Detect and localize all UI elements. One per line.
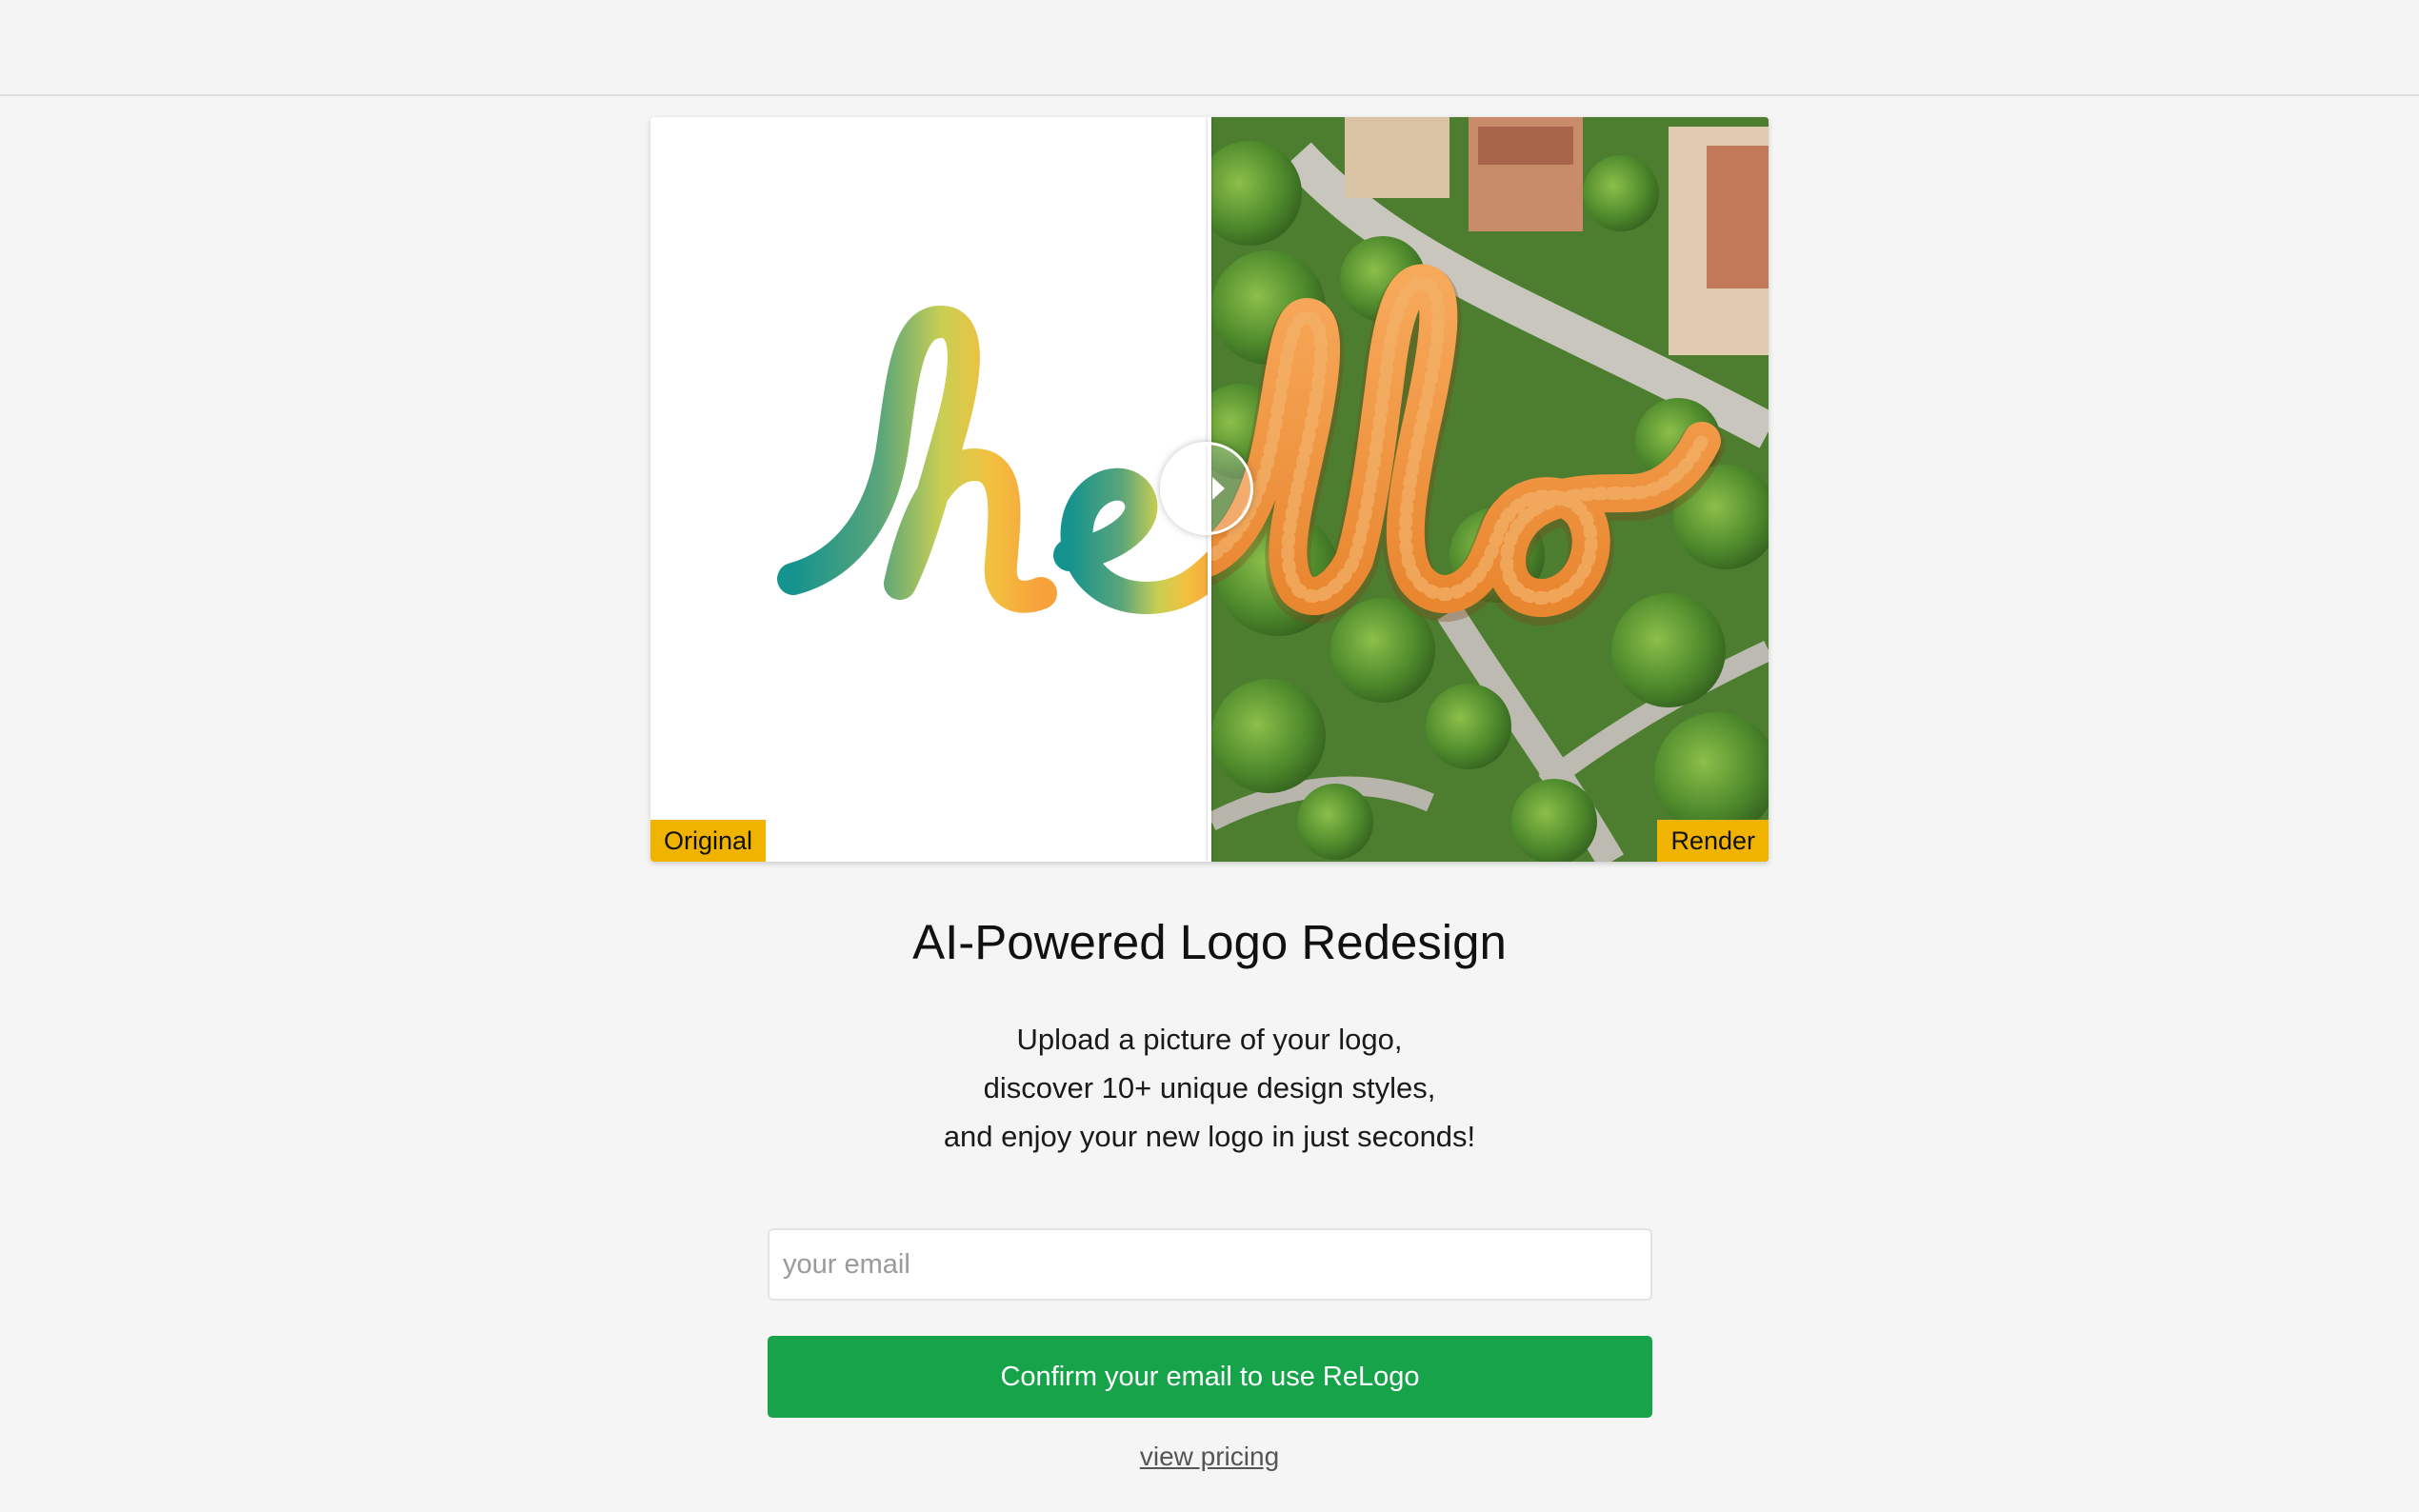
original-tag: Original <box>650 820 767 862</box>
top-bar <box>0 0 2419 96</box>
render-tag: Render <box>1657 820 1769 862</box>
view-pricing-link[interactable]: view pricing <box>0 1442 2419 1472</box>
page-subtitle: Upload a picture of your logo, discover … <box>0 1015 2419 1161</box>
original-logo-pane: Original <box>650 117 1233 862</box>
slider-handle[interactable] <box>1160 442 1253 535</box>
rendered-logo-pane: Render <box>1211 117 1769 862</box>
left-right-arrows-icon <box>1189 477 1225 500</box>
subtitle-line: discover 10+ unique design styles, <box>983 1071 1436 1104</box>
email-input[interactable] <box>768 1228 1652 1301</box>
page-title: AI-Powered Logo Redesign <box>912 915 1507 969</box>
subtitle-line: and enjoy your new logo in just seconds! <box>943 1120 1476 1153</box>
rendered-hello-scene <box>1211 117 1769 862</box>
original-hello-logo <box>777 306 1233 614</box>
before-after-comparison[interactable]: Original Render <box>650 117 1769 862</box>
subtitle-line: Upload a picture of your logo, <box>1016 1023 1403 1056</box>
confirm-email-button[interactable]: Confirm your email to use ReLogo <box>768 1336 1652 1418</box>
